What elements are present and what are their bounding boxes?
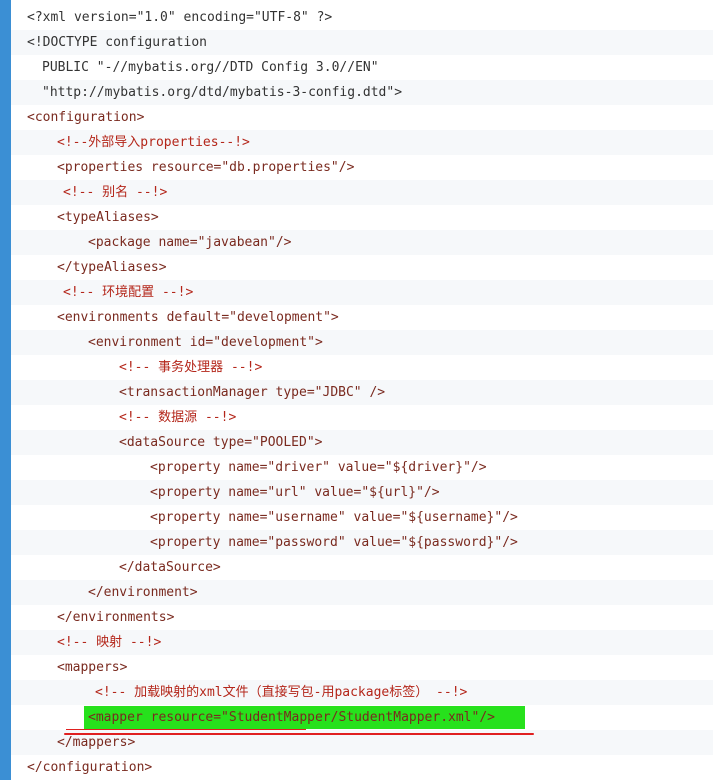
code-line-comment: <!--外部导入properties--!> [11, 130, 713, 155]
code-line-property-driver: <property name="driver" value="${driver}… [11, 455, 713, 480]
code-line-property-url: <property name="url" value="${url}"/> [11, 480, 713, 505]
code-line-dtd-url: "http://mybatis.org/dtd/mybatis-3-config… [11, 80, 713, 105]
code-line-datasource-open: <dataSource type="POOLED"> [11, 430, 713, 455]
code-text: <environments default="development"> [57, 310, 339, 325]
code-line-environments-close: </environments> [11, 605, 713, 630]
code-line-properties: <properties resource="db.properties"/> [11, 155, 713, 180]
code-line-comment: <!-- 别名 --!> [11, 180, 713, 205]
code-line-transactionmanager: <transactionManager type="JDBC" /> [11, 380, 713, 405]
red-underline-mark [66, 729, 306, 730]
code-text: <!-- 别名 --!> [63, 185, 168, 200]
code-line-environments-open: <environments default="development"> [11, 305, 713, 330]
code-text: <property name="username" value="${usern… [150, 510, 518, 525]
code-line-mapper: <mapper resource="StudentMapper/StudentM… [11, 705, 713, 730]
code-text: <property name="url" value="${url}"/> [150, 485, 440, 500]
code-line-comment: <!-- 加载映射的xml文件（直接写包-用package标签） --!> [11, 680, 713, 705]
code-text: <transactionManager type="JDBC" /> [119, 385, 386, 400]
code-text: "http://mybatis.org/dtd/mybatis-3-config… [42, 85, 403, 100]
code-text: <property name="password" value="${passw… [150, 535, 518, 550]
code-line-mappers-open: <mappers> [11, 655, 713, 680]
code-text: <!--外部导入properties--!> [57, 135, 250, 150]
code-line-environment-close: </environment> [11, 580, 713, 605]
code-text: <package name="javabean"/> [88, 235, 292, 250]
code-line-typealiases-close: </typeAliases> [11, 255, 713, 280]
code-line-comment: <!-- 事务处理器 --!> [11, 355, 713, 380]
code-text: <!-- 加载映射的xml文件（直接写包-用package标签） --!> [95, 685, 468, 700]
code-text: <properties resource="db.properties"/> [57, 160, 355, 175]
code-text: <!-- 事务处理器 --!> [119, 360, 263, 375]
code-line-public: PUBLIC "-//mybatis.org//DTD Config 3.0//… [11, 55, 713, 80]
code-line-comment: <!-- 数据源 --!> [11, 405, 713, 430]
code-text: </typeAliases> [57, 260, 167, 275]
code-text: <typeAliases> [57, 210, 159, 225]
code-line-property-username: <property name="username" value="${usern… [11, 505, 713, 530]
code-text: </dataSource> [119, 560, 221, 575]
code-text: PUBLIC "-//mybatis.org//DTD Config 3.0//… [42, 60, 379, 75]
code-text: <mappers> [57, 660, 128, 675]
code-text: <!-- 环境配置 --!> [63, 285, 194, 300]
code-line-typealiases-open: <typeAliases> [11, 205, 713, 230]
code-text: </mappers> [57, 735, 136, 750]
code-block: <?xml version="1.0" encoding="UTF-8" ?> … [11, 5, 713, 780]
code-text: <!-- 映射 --!> [57, 635, 162, 650]
code-text: </environment> [88, 585, 198, 600]
code-text: <!DOCTYPE configuration [27, 35, 208, 50]
code-text: <environment id="development"> [88, 335, 323, 350]
code-text: <property name="driver" value="${driver}… [150, 460, 487, 475]
code-line-configuration-close: </configuration> [11, 755, 713, 780]
code-text: <?xml version="1.0" encoding="UTF-8" ?> [27, 10, 333, 25]
code-text: <!-- 数据源 --!> [119, 410, 237, 425]
code-text: <configuration> [27, 110, 145, 125]
code-text: </environments> [57, 610, 175, 625]
highlighted-mapper: <mapper resource="StudentMapper/StudentM… [84, 706, 525, 729]
code-text: </configuration> [27, 760, 153, 775]
code-line-package: <package name="javabean"/> [11, 230, 713, 255]
code-line-property-password: <property name="password" value="${passw… [11, 530, 713, 555]
code-line-environment-open: <environment id="development"> [11, 330, 713, 355]
code-line-configuration-open: <configuration> [11, 105, 713, 130]
code-line-doctype: <!DOCTYPE configuration [11, 30, 713, 55]
code-line-datasource-close: </dataSource> [11, 555, 713, 580]
code-text: <dataSource type="POOLED"> [119, 435, 323, 450]
red-underline-mark [64, 733, 534, 735]
code-line-comment: <!-- 环境配置 --!> [11, 280, 713, 305]
code-block-gutter [0, 0, 11, 780]
code-line-xml-declaration: <?xml version="1.0" encoding="UTF-8" ?> [11, 5, 713, 30]
code-line-comment: <!-- 映射 --!> [11, 630, 713, 655]
